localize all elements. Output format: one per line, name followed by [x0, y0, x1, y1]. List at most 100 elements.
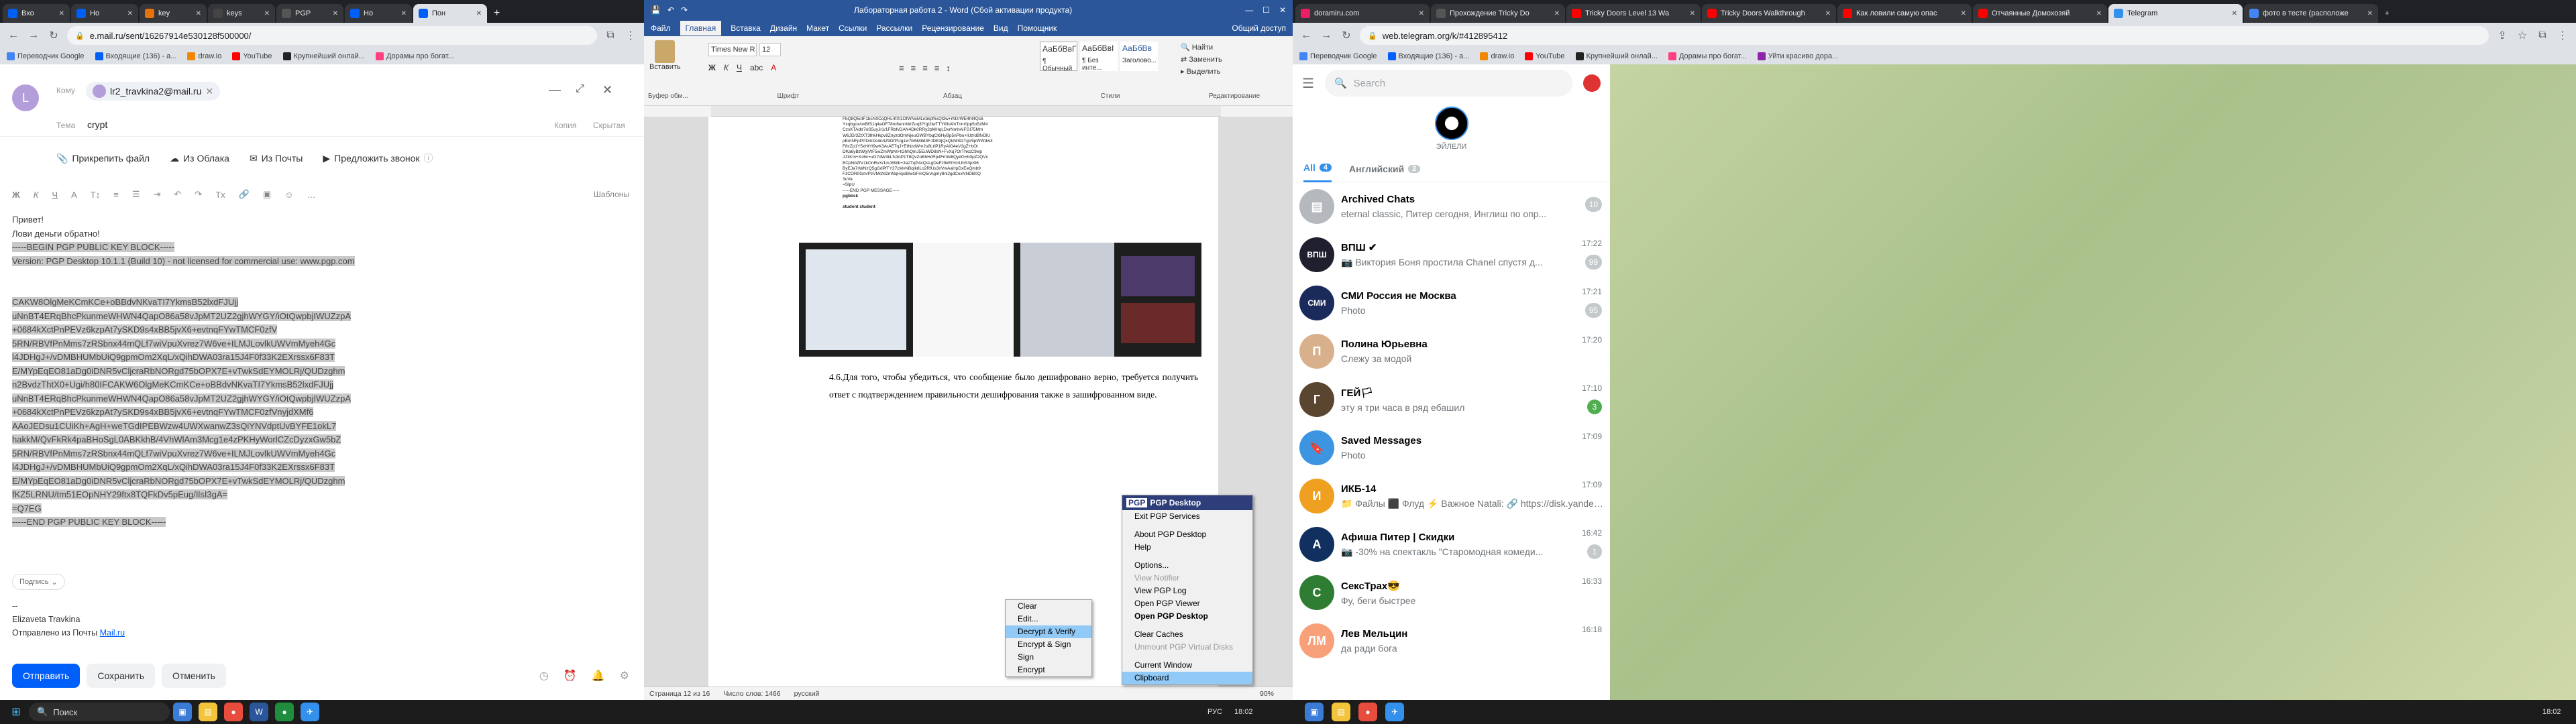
ribbon-tab[interactable]: Макет — [806, 23, 829, 33]
folder-english[interactable]: Английский 2 — [1349, 164, 1421, 174]
close-icon[interactable]: ✕ — [205, 86, 213, 97]
bold-icon[interactable]: Ж — [708, 63, 716, 72]
underline-icon[interactable]: Ч — [737, 63, 742, 72]
new-tab-button[interactable]: + — [488, 4, 505, 23]
templates-button[interactable]: Шаблоны — [594, 190, 629, 199]
language-indicator[interactable]: РУС — [1208, 708, 1222, 716]
bookmark[interactable]: Входящие (136) - a... — [95, 52, 176, 60]
send-button[interactable]: Отправить — [12, 664, 80, 688]
replace-button[interactable]: ⇄ Заменить — [1181, 54, 1222, 66]
text-color-icon[interactable]: A — [71, 190, 77, 200]
close-icon[interactable]: ✕ — [602, 83, 612, 97]
close-icon[interactable]: ✕ — [476, 10, 482, 17]
browser-tab-active[interactable]: Пон ✕ — [413, 4, 487, 23]
align-icon[interactable]: ≡ — [113, 190, 119, 200]
save-button[interactable]: Сохранить — [87, 664, 155, 688]
search-input[interactable]: 🔍 Search — [1324, 70, 1572, 97]
signature-chip[interactable]: Подпись ⌄ — [12, 574, 65, 590]
line-spacing-icon[interactable]: ↕ — [946, 63, 951, 73]
offer-call-button[interactable]: ▶ Предложить звонок ⓘ — [323, 152, 433, 165]
image-icon[interactable]: ▣ — [263, 189, 271, 200]
browser-tab[interactable]: Ho ✕ — [345, 4, 412, 23]
pgp-menu-item[interactable]: Open PGP Desktop — [1122, 610, 1252, 623]
language[interactable]: русский — [794, 690, 820, 698]
forward-icon[interactable]: → — [27, 29, 40, 42]
browser-tab[interactable]: Tricky Doors Walkthrough ✕ — [1702, 4, 1836, 23]
hamburger-icon[interactable]: ☰ — [1302, 75, 1314, 92]
reload-icon[interactable]: ↻ — [47, 29, 60, 42]
paste-button[interactable]: Вставить — [649, 40, 681, 71]
expand-icon[interactable]: ⤢ — [576, 83, 584, 95]
bookmark[interactable]: Дорамы про богат... — [1668, 52, 1747, 60]
strike-icon[interactable]: abc — [750, 63, 763, 72]
back-icon[interactable]: ← — [1299, 29, 1313, 42]
close-icon[interactable]: ✕ — [1961, 10, 1966, 17]
from-mail-button[interactable]: ✉ Из Почты — [250, 153, 303, 164]
style-normal[interactable]: АаБбВвГ ¶ Обычный — [1040, 42, 1077, 72]
bookmark[interactable]: Крупнейший онлай... — [1575, 52, 1658, 60]
extensions-icon[interactable]: ⧉ — [2536, 29, 2549, 42]
browser-tab[interactable]: Отчаянные Домохозяй ✕ — [1973, 4, 2107, 23]
ribbon-tab[interactable]: Помощник — [1018, 23, 1057, 33]
save-icon[interactable]: 💾 — [651, 5, 661, 15]
clock-icon[interactable]: ◷ — [539, 669, 549, 682]
bookmark[interactable]: draw.io — [187, 52, 221, 60]
context-menu-item[interactable]: Clear — [1006, 600, 1091, 613]
close-icon[interactable]: ✕ — [1690, 10, 1695, 17]
pgp-menu-item[interactable]: Current Window — [1122, 659, 1252, 672]
app-icon[interactable]: ✈ — [301, 703, 319, 721]
menu-icon[interactable]: ⋮ — [624, 29, 637, 42]
minimize-icon[interactable]: — — [1245, 5, 1253, 15]
close-icon[interactable]: ✕ — [2367, 10, 2373, 17]
attach-file-button[interactable]: 📎 Прикрепить файл — [56, 153, 150, 164]
bcc-link[interactable]: Скрытая — [593, 121, 625, 130]
align-justify-icon[interactable]: ≡ — [934, 63, 940, 73]
clock[interactable]: 18:02 — [1234, 708, 1253, 716]
close-icon[interactable]: ✕ — [1554, 10, 1560, 17]
zoom-level[interactable]: 90% — [1260, 690, 1274, 698]
message-body[interactable]: Привет! Лови деньги обратно! -----BEGIN … — [12, 213, 629, 530]
chat-item[interactable]: П Полина Юрьевна Слежу за модой 17:20 — [1293, 327, 1610, 375]
chat-item[interactable]: СМИ СМИ Россия не Москва Photo 17:21 95 — [1293, 279, 1610, 327]
app-icon[interactable]: ● — [275, 703, 294, 721]
extensions-icon[interactable]: ⧉ — [604, 29, 617, 42]
browser-tab[interactable]: Как ловили самую опас ✕ — [1837, 4, 1972, 23]
chat-item[interactable]: ▤ Archived Chats eternal classic, Питер се… — [1293, 182, 1610, 231]
app-icon[interactable]: ▤ — [199, 703, 217, 721]
pgp-menu-item[interactable]: Open PGP Viewer — [1122, 597, 1252, 610]
browser-tab[interactable]: фото в тесте (расположе ✕ — [2244, 4, 2378, 23]
app-icon[interactable]: ▤ — [1332, 703, 1350, 721]
bookmark[interactable]: draw.io — [1480, 52, 1514, 60]
close-icon[interactable]: ✕ — [1279, 5, 1286, 15]
ribbon-tab[interactable]: Вид — [994, 23, 1008, 33]
ribbon-tab[interactable]: Вставка — [731, 23, 761, 33]
close-icon[interactable]: ✕ — [401, 10, 407, 17]
link-icon[interactable]: 🔗 — [239, 189, 250, 200]
browser-tab[interactable]: doramiru.com ✕ — [1295, 4, 1430, 23]
pgp-menu-item[interactable]: Exit PGP Services — [1122, 510, 1252, 523]
word-count[interactable]: Число слов: 1466 — [723, 690, 780, 698]
undo-icon[interactable]: ↶ — [667, 5, 674, 15]
context-menu-item[interactable]: Encrypt & Sign — [1006, 638, 1091, 651]
chat-item[interactable]: С СексТрах😎 Фу, беги быстрее 16:33 — [1293, 568, 1610, 617]
close-icon[interactable]: ✕ — [2096, 10, 2102, 17]
close-icon[interactable]: ✕ — [59, 10, 64, 17]
browser-tab[interactable]: key ✕ — [140, 4, 207, 23]
close-icon[interactable]: ✕ — [264, 10, 270, 17]
clock[interactable]: 18:02 — [2542, 708, 2561, 716]
windows-start-icon[interactable]: ⊞ — [7, 703, 25, 721]
mailru-link[interactable]: Mail.ru — [100, 628, 125, 638]
app-icon[interactable]: ▣ — [1305, 703, 1324, 721]
chat-item[interactable]: И ИКБ-14 📁 Файлы ⬛ Флуд ⚡ Важное Natali: 🔗… — [1293, 472, 1610, 520]
bookmark[interactable]: Переводчик Google — [1299, 52, 1377, 60]
pgp-menu-item[interactable]: Clipboard — [1122, 672, 1252, 684]
pgp-menu-item[interactable]: Clear Caches — [1122, 628, 1252, 641]
ribbon-tab[interactable]: Рецензирование — [922, 23, 984, 33]
app-icon[interactable]: ● — [224, 703, 243, 721]
subject-input[interactable]: crypt — [87, 119, 107, 130]
list-icon[interactable]: ☰ — [132, 189, 140, 200]
bookmark[interactable]: Переводчик Google — [7, 52, 85, 60]
close-icon[interactable]: ✕ — [2232, 10, 2237, 17]
close-icon[interactable]: ✕ — [1825, 10, 1831, 17]
pgp-menu-item[interactable]: Options... — [1122, 559, 1252, 572]
